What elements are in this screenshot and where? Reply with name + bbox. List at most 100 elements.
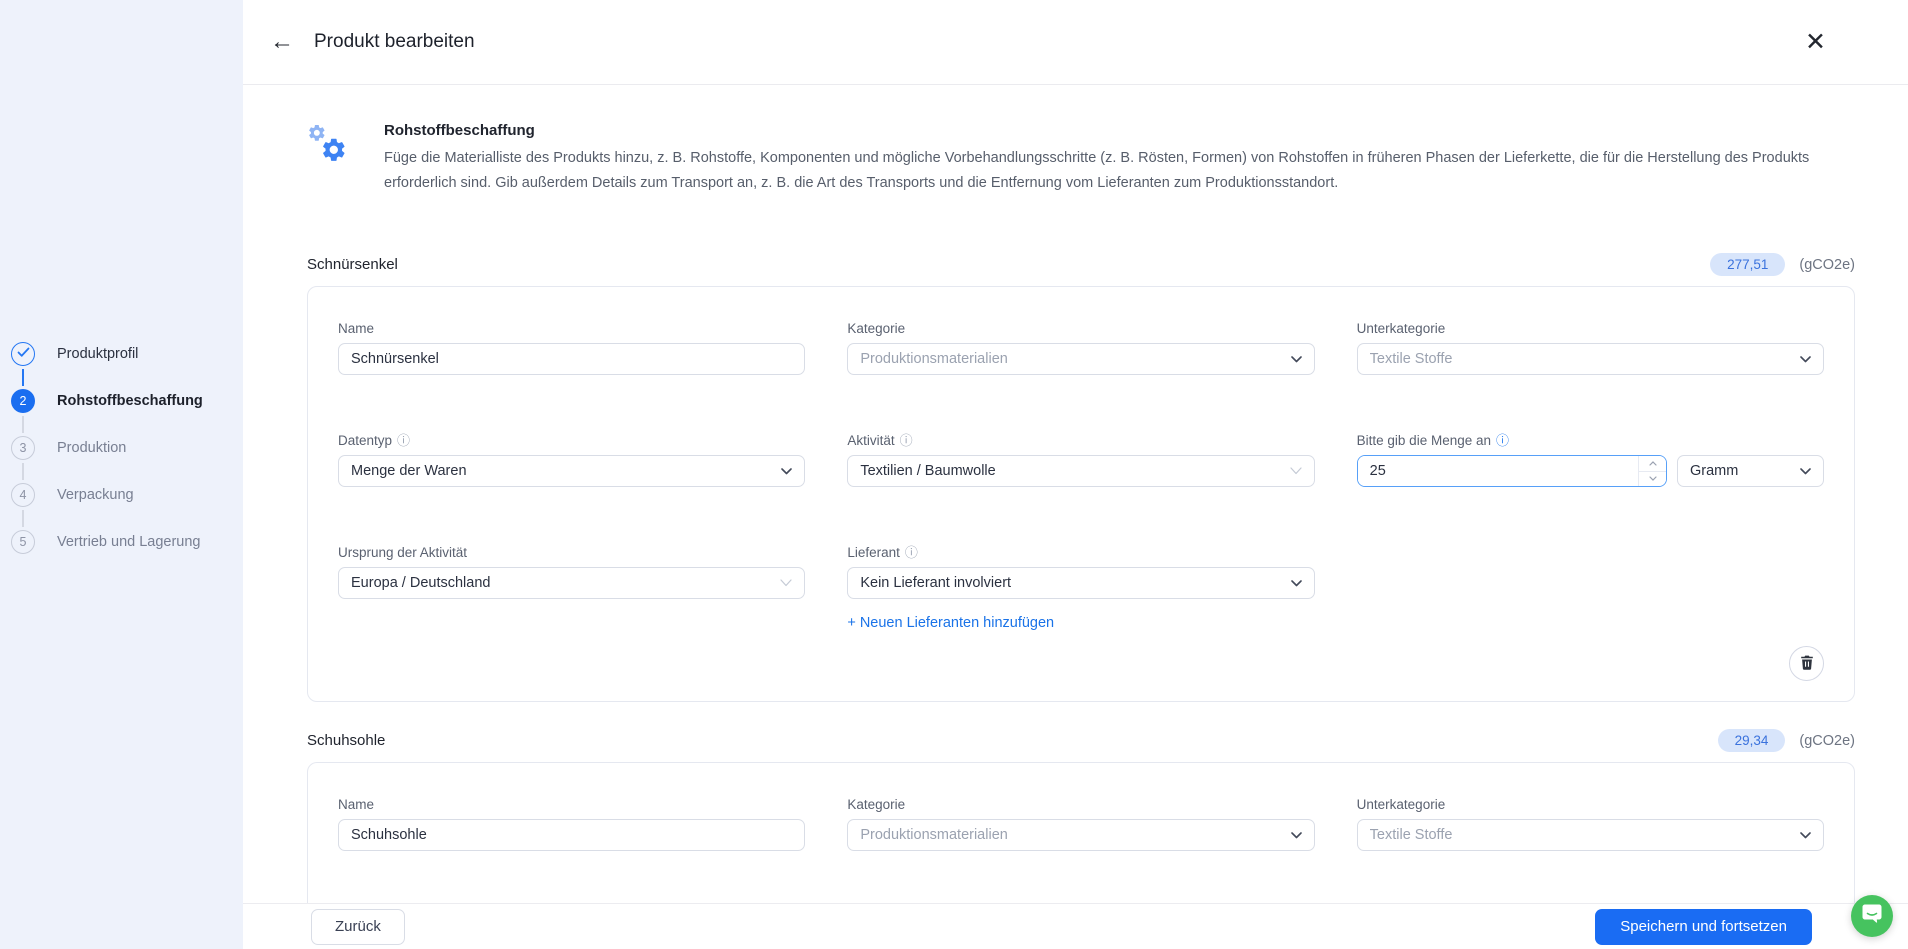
material-title: Schnürsenkel (307, 256, 398, 273)
datentyp-select[interactable]: Menge der Waren (338, 455, 806, 487)
quantity-stepper (1356, 455, 1667, 487)
unit-select[interactable]: Gramm (1677, 455, 1824, 487)
field-name: Name (338, 797, 806, 851)
chevron-down-icon (1800, 355, 1811, 363)
step-connector (22, 510, 24, 527)
dialog-header: ← Produkt bearbeiten ✕ (243, 0, 1908, 85)
co2-badge: 29,34 (1717, 729, 1786, 752)
aktivitaet-select[interactable]: Textilien / Baumwolle (847, 455, 1315, 487)
add-supplier-link[interactable]: + Neuen Lieferanten hinzufügen (847, 615, 1054, 631)
info-icon[interactable]: ⓘ (900, 434, 913, 447)
info-icon[interactable]: ⓘ (905, 546, 918, 559)
step-connector (22, 416, 24, 433)
field-label: Unterkategorie (1356, 321, 1446, 336)
step-rohstoffbeschaffung[interactable]: 2 Rohstoffbeschaffung (11, 389, 203, 413)
field-label: Datentyp (338, 433, 393, 448)
material-card-schnuersenkel: Name Kategorie Produktionsmaterialien Un… (307, 286, 1855, 702)
step-label: Rohstoffbeschaffung (57, 393, 203, 409)
field-lieferant: Lieferant ⓘ Kein Lieferant involviert + N… (847, 545, 1315, 632)
intro-title: Rohstoffbeschaffung (384, 122, 535, 139)
material-title: Schuhsohle (307, 732, 386, 749)
back-button[interactable]: Zurück (311, 908, 405, 945)
step-label: Produktprofil (57, 346, 139, 362)
field-label: Lieferant (847, 545, 900, 560)
field-label: Unterkategorie (1356, 797, 1446, 812)
step-number: 2 (11, 389, 35, 413)
intro-description: Füge die Materialliste des Produkts hinz… (384, 150, 1810, 191)
back-arrow-icon[interactable]: ← (270, 30, 294, 54)
stepper-down-icon[interactable] (1639, 471, 1666, 486)
quantity-input[interactable] (1357, 456, 1638, 486)
save-continue-button[interactable]: Speichern und fortsetzen (1595, 908, 1812, 945)
field-label: Bitte gib die Menge an (1356, 433, 1491, 448)
step-connector (22, 463, 24, 480)
unterkategorie-select[interactable]: Textile Stoffe (1356, 343, 1824, 375)
stepper-up-icon[interactable] (1639, 456, 1666, 472)
field-datentyp: Datentyp ⓘ Menge der Waren (338, 433, 806, 487)
field-unterkategorie: Unterkategorie Textile Stoffe (1356, 321, 1824, 375)
step-vertrieb-lagerung[interactable]: 5 Vertrieb und Lagerung (11, 530, 203, 554)
step-verpackung[interactable]: 4 Verpackung (11, 483, 203, 507)
gears-icon (307, 120, 355, 196)
lieferant-select[interactable]: Kein Lieferant involviert (847, 567, 1315, 599)
step-number: 4 (11, 483, 35, 507)
step-produktion[interactable]: 3 Produktion (11, 436, 203, 460)
field-label: Aktivität (847, 433, 895, 448)
step-number: 5 (11, 530, 35, 554)
step-produktprofil[interactable]: Produktprofil (11, 342, 203, 366)
chevron-down-icon (1290, 579, 1302, 587)
field-label: Name (338, 797, 375, 812)
chevron-down-icon (1290, 355, 1302, 363)
co2-badge: 277,51 (1710, 253, 1786, 276)
name-input[interactable] (338, 343, 806, 375)
co2-unit: (gCO2e) (1799, 256, 1855, 273)
co2-unit: (gCO2e) (1799, 732, 1855, 749)
step-number: 3 (11, 436, 35, 460)
section-header-schnuersenkel: Schnürsenkel 277,51 (gCO2e) (307, 253, 1855, 276)
step-done-circle (11, 342, 35, 366)
field-label: Name (338, 321, 375, 336)
wizard-stepper: Produktprofil 2 Rohstoffbeschaffung 3 Pr… (11, 342, 203, 554)
kategorie-select[interactable]: Produktionsmaterialien (847, 819, 1315, 851)
section-intro: Rohstoffbeschaffung Füge die Materiallis… (307, 120, 1855, 196)
delete-material-button[interactable] (1789, 646, 1824, 681)
chevron-down-icon (780, 579, 792, 587)
chat-bubble-icon (1862, 904, 1882, 928)
field-kategorie: Kategorie Produktionsmaterialien (847, 797, 1315, 851)
unterkategorie-select[interactable]: Textile Stoffe (1356, 819, 1824, 851)
intro-text: Rohstoffbeschaffung Füge die Materiallis… (384, 120, 1824, 196)
kategorie-select[interactable]: Produktionsmaterialien (847, 343, 1315, 375)
info-icon[interactable]: ⓘ (397, 434, 410, 447)
chevron-down-icon (1800, 467, 1811, 475)
check-icon (17, 347, 30, 361)
page-title: Produkt bearbeiten (314, 31, 475, 52)
step-connector (22, 369, 24, 386)
chevron-down-icon (1800, 831, 1811, 839)
field-label: Kategorie (847, 321, 906, 336)
step-label: Verpackung (57, 487, 134, 503)
chevron-down-icon (1290, 831, 1302, 839)
step-label: Vertrieb und Lagerung (57, 534, 201, 550)
main-panel: ← Produkt bearbeiten ✕ Rohstoffbeschaffu… (243, 0, 1908, 949)
chevron-down-icon (781, 467, 793, 475)
field-name: Name (338, 321, 806, 375)
section-header-schuhsohle: Schuhsohle 29,34 (gCO2e) (307, 729, 1855, 752)
info-icon[interactable]: ⓘ (1496, 434, 1509, 447)
field-aktivitaet: Aktivität ⓘ Textilien / Baumwolle (847, 433, 1315, 487)
field-label: Ursprung der Aktivität (338, 545, 468, 560)
wizard-footer: Zurück Speichern und fortsetzen (243, 903, 1908, 949)
trash-icon (1800, 655, 1814, 673)
field-kategorie: Kategorie Produktionsmaterialien (847, 321, 1315, 375)
field-unterkategorie: Unterkategorie Textile Stoffe (1356, 797, 1824, 851)
field-ursprung: Ursprung der Aktivität Europa / Deutschl… (338, 545, 806, 632)
field-label: Kategorie (847, 797, 906, 812)
wizard-sidebar: Produktprofil 2 Rohstoffbeschaffung 3 Pr… (0, 0, 243, 949)
name-input[interactable] (338, 819, 806, 851)
close-icon[interactable]: ✕ (1805, 29, 1826, 55)
step-label: Produktion (57, 440, 127, 456)
chat-launcher-button[interactable] (1851, 895, 1893, 937)
field-menge: Bitte gib die Menge an ⓘ Gramm (1356, 433, 1824, 487)
ursprung-select[interactable]: Europa / Deutschland (338, 567, 806, 599)
chevron-down-icon (1290, 467, 1302, 475)
form-content: Rohstoffbeschaffung Füge die Materiallis… (243, 85, 1908, 949)
